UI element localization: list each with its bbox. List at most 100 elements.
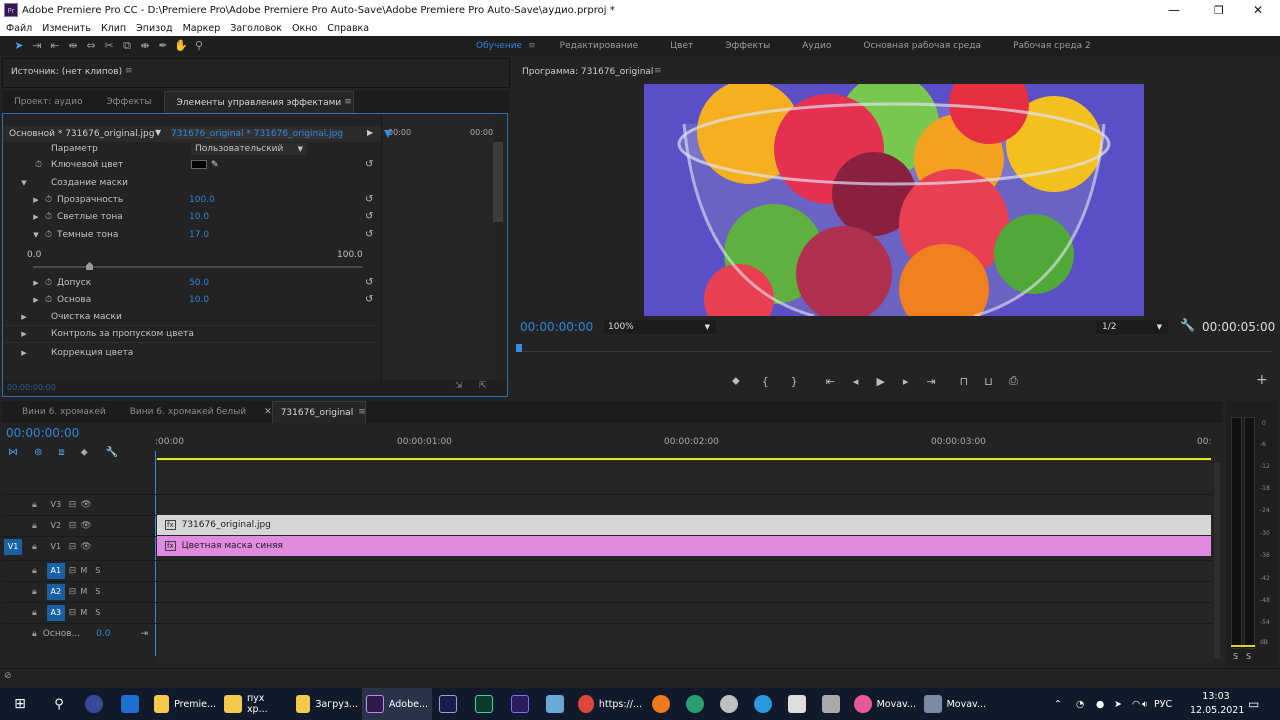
lock-icon[interactable]: 🔒︎ [32, 521, 37, 531]
menu-marker[interactable]: Маркер [183, 23, 221, 34]
track-target-a3[interactable]: A3 [46, 604, 65, 621]
master-volume[interactable]: 0.0 [96, 629, 110, 639]
razor-icon[interactable]: ✂ [100, 38, 118, 54]
menu-clip[interactable]: Клип [101, 23, 126, 34]
close-tab-icon[interactable]: ✕ [264, 407, 272, 417]
program-timecode[interactable]: 00:00:00:00 [520, 320, 593, 334]
stopwatch-icon[interactable]: ⏱ [35, 160, 47, 170]
solo-button[interactable]: S [95, 608, 100, 617]
track-target-a1[interactable]: A1 [46, 562, 65, 579]
menu-window[interactable]: Окно [292, 23, 317, 34]
menu-sequence[interactable]: Эпизод [136, 23, 172, 34]
expand-triangle-icon[interactable]: ▶ [19, 330, 29, 338]
pen-icon[interactable]: ✒ [154, 38, 172, 54]
reset-icon[interactable]: ↺ [365, 159, 373, 170]
expand-triangle-icon[interactable]: ▶ [31, 196, 41, 204]
clock[interactable]: 13:03 12.05.2021 [1190, 690, 1244, 718]
add-button-icon[interactable]: + [1256, 372, 1268, 388]
media-encoder-icon[interactable] [504, 688, 540, 720]
add-marker-icon[interactable]: ⬥ [81, 447, 88, 458]
search-icon[interactable]: ⚲ [40, 688, 78, 720]
tray-app-icon[interactable]: ● [1092, 688, 1108, 720]
master-clip-label[interactable]: Основной * 731676_original.jpg [9, 129, 154, 139]
menu-help[interactable]: Справка [327, 23, 369, 34]
program-menu-icon[interactable]: ≡ [654, 66, 662, 76]
workspace-learning[interactable]: Обучение [476, 41, 522, 51]
minimize-button[interactable]: — [1168, 3, 1180, 17]
edge-icon[interactable] [680, 688, 714, 720]
network-icon[interactable]: ◔ [1072, 688, 1088, 720]
export-frame-icon[interactable]: ⎙ [1009, 374, 1018, 388]
ripple-edit-icon[interactable]: ⇤ [46, 38, 64, 54]
audition-icon[interactable] [468, 688, 504, 720]
stopwatch-icon[interactable]: ⏱ [45, 230, 57, 240]
mute-button[interactable]: M [80, 587, 87, 596]
workspace-menu-icon[interactable]: ≡ [528, 41, 536, 51]
time-ruler[interactable]: :00:00 00:00:01:00 00:00:02:00 00:00:03:… [155, 433, 1213, 461]
stopwatch-icon[interactable]: ⏱ [45, 212, 57, 222]
track-target-v2[interactable]: V2 [47, 518, 65, 534]
printer-icon[interactable] [816, 688, 850, 720]
resolution-dropdown[interactable]: 1/2 ▼ [1096, 320, 1168, 334]
slider-thumb[interactable] [86, 262, 94, 270]
solo-button[interactable]: S [95, 587, 100, 596]
notes-icon[interactable] [540, 688, 574, 720]
track-target-v1[interactable]: V1 [47, 539, 65, 555]
go-to-out-icon[interactable]: ⇥ [926, 375, 935, 388]
reset-icon[interactable]: ↺ [365, 229, 373, 240]
rate-stretch-icon[interactable]: ⇔ [82, 38, 100, 54]
source-menu-icon[interactable]: ≡ [125, 66, 133, 76]
clip-v2[interactable]: fx 731676_original.jpg [157, 515, 1211, 535]
app-icon[interactable] [714, 688, 748, 720]
hand-icon[interactable]: ✋ [172, 38, 190, 54]
step-back-icon[interactable]: ◂ [853, 375, 859, 388]
windows-start-icon[interactable]: ⊞ [0, 688, 40, 720]
extract-icon[interactable]: ⊔ [984, 375, 993, 388]
track-target-a2[interactable]: A2 [46, 583, 65, 600]
step-forward-icon[interactable]: ▸ [903, 375, 909, 388]
sync-lock-icon[interactable]: ⊟ [69, 521, 77, 531]
collapse-triangle-icon[interactable]: ▼ [31, 231, 41, 239]
timeline-settings-icon[interactable]: 🔧 [106, 447, 118, 458]
taskbar-premiere[interactable]: Adobe... [362, 688, 432, 720]
status-indicator-icon[interactable]: ⊘ [4, 671, 12, 681]
sequence-clip-label[interactable]: 731676_original * 731676_original.jpg [171, 129, 344, 139]
sync-lock-icon[interactable]: ⊟ [69, 608, 77, 618]
timeline-menu-icon[interactable]: ≡ [358, 407, 366, 417]
lock-icon[interactable]: 🔒︎ [32, 587, 37, 597]
add-marker-icon[interactable]: ⬥ [732, 374, 740, 388]
highlights-value[interactable]: 10.0 [189, 212, 209, 222]
program-video-frame[interactable] [644, 84, 1144, 316]
eye-icon[interactable]: 👁︎ [80, 542, 91, 552]
clip-dropdown-icon[interactable]: ▼ [155, 128, 161, 137]
effect-controls-menu-icon[interactable]: ≡ [344, 97, 352, 107]
selection-tool-icon[interactable]: ➤ [10, 38, 28, 54]
tab-sequence-2[interactable]: Вини 6. хромакей белый [118, 401, 258, 423]
program-playhead[interactable] [516, 344, 522, 352]
reset-icon[interactable]: ↺ [365, 211, 373, 222]
maximize-button[interactable]: ❐ [1214, 4, 1224, 17]
timeline-timecode[interactable]: 00:00:00:00 [6, 426, 79, 440]
menu-edit[interactable]: Изменить [42, 23, 91, 34]
snap-icon[interactable]: ⋈ [8, 447, 18, 458]
program-title[interactable]: Программа: 731676_original [522, 67, 653, 77]
mail-icon[interactable] [114, 688, 150, 720]
solo-right-button[interactable]: S [1246, 652, 1251, 661]
ec-bottom-timecode[interactable]: 00:00:00:00 [7, 383, 56, 392]
notifications-icon[interactable]: ▭ [1244, 688, 1263, 720]
stopwatch-icon[interactable]: ⏱ [45, 195, 57, 205]
expand-triangle-icon[interactable]: ▶ [31, 213, 41, 221]
slide-icon[interactable]: ⇼ [136, 38, 154, 54]
expand-arrow-icon[interactable]: ▶ [367, 128, 373, 137]
lock-icon[interactable]: 🔒︎ [32, 542, 37, 552]
tab-sequence-active[interactable]: 731676_original [271, 401, 367, 423]
ec-scrollbar[interactable] [493, 142, 503, 222]
lock-icon[interactable]: 🔒︎ [32, 500, 37, 510]
tab-effect-controls[interactable]: Элементы управления эффектами [163, 91, 355, 113]
expand-triangle-icon[interactable]: ▶ [19, 349, 29, 357]
go-to-end-icon[interactable]: ⇥ [140, 629, 148, 639]
base-value[interactable]: 10.0 [189, 295, 209, 305]
program-scrubber[interactable] [516, 344, 1272, 352]
go-to-in-icon[interactable]: ⇤ [826, 375, 835, 388]
shadows-value[interactable]: 17.0 [189, 230, 209, 240]
